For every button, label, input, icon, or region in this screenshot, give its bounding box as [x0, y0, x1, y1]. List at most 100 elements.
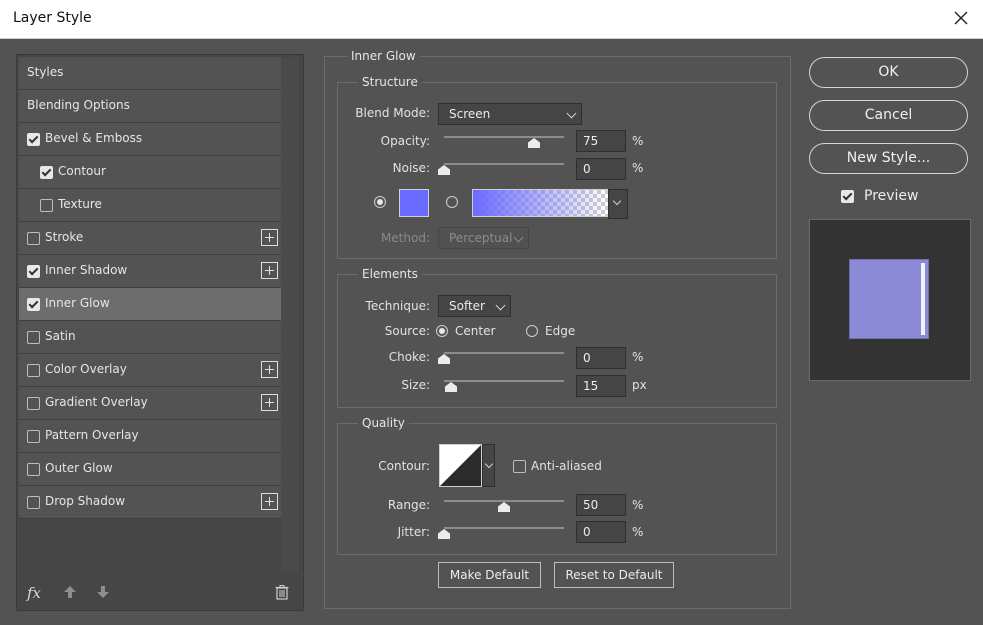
slider-track — [444, 500, 564, 502]
fx-icon[interactable]: fx — [27, 584, 41, 602]
style-item-label: Contour — [58, 164, 106, 178]
style-item-inner-shadow[interactable]: Inner Shadow — [19, 255, 281, 288]
size-slider[interactable] — [444, 378, 564, 392]
style-checkbox[interactable] — [27, 496, 40, 509]
preview-checkbox[interactable] — [841, 190, 854, 203]
technique-label: Technique: — [365, 299, 430, 313]
move-down-icon[interactable] — [96, 585, 110, 599]
style-item-color-overlay[interactable]: Color Overlay — [19, 354, 281, 387]
style-item-outer-glow[interactable]: Outer Glow — [19, 453, 281, 486]
noise-field[interactable]: 0 — [576, 158, 626, 180]
contour-preview[interactable] — [439, 444, 482, 487]
jitter-field[interactable]: 0 — [576, 521, 626, 543]
style-item-texture[interactable]: Texture — [19, 189, 281, 222]
contour-picker-dropdown[interactable] — [482, 444, 495, 487]
jitter-unit: % — [632, 525, 644, 539]
glow-color-swatch[interactable] — [399, 189, 429, 217]
style-checkbox[interactable] — [40, 199, 53, 212]
chevron-down-icon — [495, 300, 506, 311]
slider-track — [444, 352, 564, 354]
style-item-satin[interactable]: Satin — [19, 321, 281, 354]
style-item-bevel-emboss[interactable]: Bevel & Emboss — [19, 123, 281, 156]
style-item-label: Blending Options — [27, 98, 130, 112]
anti-aliased-label: Anti-aliased — [531, 459, 602, 473]
reset-to-default-button[interactable]: Reset to Default — [554, 562, 674, 588]
style-item-label: Satin — [45, 329, 76, 343]
title-bar: Layer Style — [0, 0, 983, 39]
structure-group: Structure Blend Mode: Screen Opacity: 75… — [337, 75, 777, 259]
style-item-inner-glow[interactable]: Inner Glow — [19, 288, 281, 321]
close-icon[interactable] — [951, 8, 971, 28]
style-checkbox[interactable] — [27, 397, 40, 410]
cancel-button[interactable]: Cancel — [809, 100, 968, 131]
structure-title: Structure — [358, 75, 422, 89]
style-preview — [809, 219, 971, 381]
style-item-contour[interactable]: Contour — [19, 156, 281, 189]
technique-dropdown[interactable]: Softer — [438, 295, 511, 317]
styles-list: Styles Blending Options Bevel & Emboss Con… — [16, 54, 304, 611]
styles-header[interactable]: Styles — [19, 57, 281, 90]
slider-track — [444, 163, 564, 165]
style-checkbox[interactable] — [27, 331, 40, 344]
style-item-pattern-overlay[interactable]: Pattern Overlay — [19, 420, 281, 453]
range-field[interactable]: 50 — [576, 494, 626, 516]
opacity-field[interactable]: 75 — [576, 130, 626, 152]
add-effect-icon[interactable] — [261, 361, 278, 378]
gradient-fill — [473, 190, 608, 216]
slider-track — [444, 380, 564, 382]
noise-slider[interactable] — [444, 161, 564, 175]
style-checkbox[interactable] — [27, 133, 40, 146]
gradient-preview[interactable] — [472, 189, 609, 217]
jitter-slider[interactable] — [444, 525, 564, 539]
source-edge-radio[interactable] — [526, 325, 538, 337]
styles-scrollbar[interactable] — [281, 57, 299, 572]
add-effect-icon[interactable] — [261, 394, 278, 411]
add-effect-icon[interactable] — [261, 493, 278, 510]
ok-button[interactable]: OK — [809, 57, 968, 88]
chevron-down-icon — [612, 196, 622, 206]
chevron-down-icon — [513, 232, 524, 243]
trash-icon[interactable] — [275, 585, 289, 600]
method-dropdown[interactable]: Perceptual — [438, 227, 529, 249]
style-checkbox[interactable] — [27, 298, 40, 311]
blend-mode-dropdown[interactable]: Screen — [438, 103, 582, 125]
source-center-radio[interactable] — [436, 325, 448, 337]
add-effect-icon[interactable] — [261, 262, 278, 279]
gradient-picker-dropdown[interactable] — [608, 189, 628, 219]
style-item-drop-shadow[interactable]: Drop Shadow — [19, 486, 281, 519]
inner-glow-panel: Inner Glow Structure Blend Mode: Screen … — [324, 49, 791, 609]
anti-aliased-checkbox[interactable] — [513, 460, 526, 473]
window-title: Layer Style — [13, 10, 92, 26]
style-checkbox[interactable] — [40, 166, 53, 179]
solid-color-radio[interactable] — [374, 196, 386, 208]
contour-label: Contour: — [378, 459, 430, 473]
style-checkbox[interactable] — [27, 265, 40, 278]
choke-slider[interactable] — [444, 350, 564, 364]
style-checkbox[interactable] — [27, 430, 40, 443]
range-slider[interactable] — [444, 498, 564, 512]
opacity-slider[interactable] — [444, 134, 564, 148]
style-item-label: Inner Glow — [45, 296, 110, 310]
blend-mode-label: Blend Mode: — [355, 106, 430, 120]
choke-field[interactable]: 0 — [576, 347, 626, 369]
gradient-radio[interactable] — [446, 196, 458, 208]
style-checkbox[interactable] — [27, 232, 40, 245]
new-style-button[interactable]: New Style... — [809, 143, 968, 174]
size-field[interactable]: 15 — [576, 375, 626, 397]
style-item-label: Texture — [58, 197, 102, 211]
style-item-label: Drop Shadow — [45, 494, 126, 508]
chevron-down-icon — [566, 108, 577, 119]
make-default-button[interactable]: Make Default — [438, 562, 541, 588]
style-item-gradient-overlay[interactable]: Gradient Overlay — [19, 387, 281, 420]
style-item-blending-options[interactable]: Blending Options — [19, 90, 281, 123]
method-label: Method: — [380, 231, 430, 245]
opacity-unit: % — [632, 134, 644, 148]
elements-title: Elements — [358, 267, 422, 281]
style-checkbox[interactable] — [27, 463, 40, 476]
style-checkbox[interactable] — [27, 364, 40, 377]
style-item-stroke[interactable]: Stroke — [19, 222, 281, 255]
source-label: Source: — [384, 324, 430, 338]
quality-group: Quality Contour: Anti-aliased Range: 50 … — [337, 416, 777, 555]
add-effect-icon[interactable] — [261, 229, 278, 246]
move-up-icon[interactable] — [63, 585, 77, 599]
